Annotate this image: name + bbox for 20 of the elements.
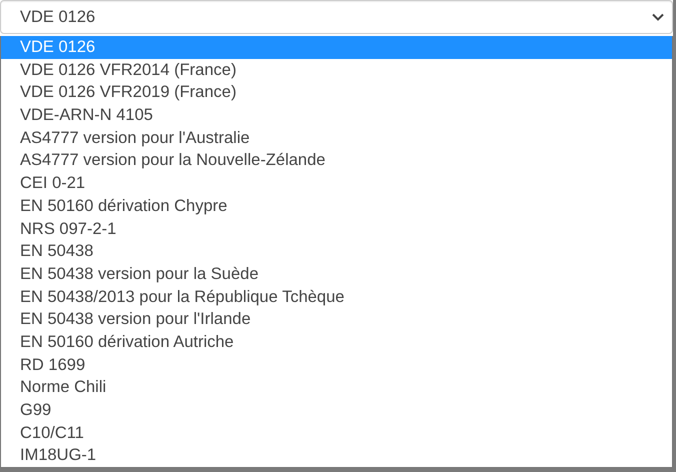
chevron-icon xyxy=(652,13,664,21)
dropdown-option[interactable]: VDE-ARN-N 4105 xyxy=(1,104,672,127)
dropdown-option[interactable]: G99 xyxy=(1,399,672,422)
dropdown-option[interactable]: C10/C11 xyxy=(1,422,672,444)
dropdown-option[interactable]: CEI 0-21 xyxy=(1,172,672,195)
dropdown-option[interactable]: VDE 0126 VFR2019 (France) xyxy=(1,81,672,104)
dropdown-option[interactable]: Norme Chili xyxy=(1,376,672,399)
dropdown-option[interactable]: AS4777 version pour l'Australie xyxy=(1,126,672,150)
dropdown-option[interactable]: EN 50160 dérivation Chypre xyxy=(1,194,672,218)
select-field[interactable]: VDE 0126 xyxy=(0,0,673,34)
dropdown-option[interactable]: EN 50438 xyxy=(1,240,672,263)
dropdown-option[interactable]: RD 1699 xyxy=(1,354,672,376)
dropdown-option[interactable]: EN 50160 dérivation Autriche xyxy=(1,330,672,354)
dropdown-option[interactable]: AS4777 version pour la Nouvelle-Zélande xyxy=(1,149,672,172)
dropdown-option[interactable]: NRS 097-2-1 xyxy=(1,218,672,240)
dropdown-option[interactable]: IM18UG-1 xyxy=(1,444,672,468)
dropdown-option[interactable]: VDE 0126 VFR2014 (France) xyxy=(1,58,672,82)
dropdown-option[interactable]: EN 50438 version pour la Suède xyxy=(1,262,672,286)
dropdown-option[interactable]: EN 50438/2013 pour la République Tchèque xyxy=(1,286,672,308)
dropdown-option[interactable]: EN 50438 version pour l'Irlande xyxy=(1,308,672,331)
